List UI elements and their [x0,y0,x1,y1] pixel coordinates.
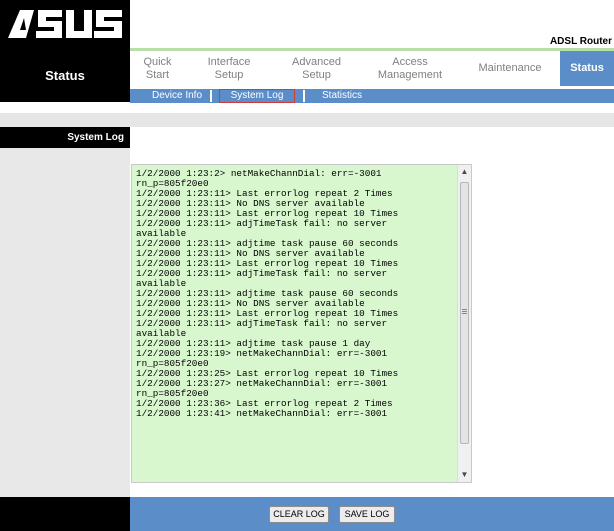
scroll-thumb[interactable] [460,182,469,444]
thumb-grip [462,309,467,310]
asus-logo-icon [8,10,122,38]
nav-tabs: Quick Start Interface Setup Advanced Set… [130,51,614,86]
tab-quick-start[interactable]: Quick Start [130,51,185,86]
scroll-down-icon[interactable]: ▼ [458,468,471,482]
system-log-label: System Log [0,127,130,148]
tab-status[interactable]: Status [560,51,614,86]
product-name: ADSL Router [549,36,612,47]
footer-left [0,497,130,531]
subtab-statistics[interactable]: Statistics [322,89,362,103]
footer-bar: CLEAR LOG SAVE LOG [130,497,614,531]
scroll-up-icon[interactable]: ▲ [458,165,471,179]
clear-log-button[interactable]: CLEAR LOG [269,506,329,523]
tab-advanced-setup[interactable]: Advanced Setup [273,51,360,86]
grey-divider [0,113,614,127]
save-log-button[interactable]: SAVE LOG [339,506,395,523]
header: ADSL Router [0,0,614,48]
system-log-textarea[interactable]: 1/2/2000 1:23:2> netMakeChannDial: err=-… [131,164,472,483]
subnav-divider [303,90,305,102]
subtab-system-log[interactable]: System Log [219,89,295,103]
sub-nav: Device Info System Log Statistics [130,89,614,103]
subtab-device-info[interactable]: Device Info [152,89,202,103]
spacer [0,103,614,113]
section-panel: Status [0,48,130,102]
tab-interface-setup[interactable]: Interface Setup [185,51,273,86]
tab-maintenance[interactable]: Maintenance [460,51,560,86]
asus-logo [0,0,130,48]
log-scrollbar[interactable]: ▲ ▼ [457,165,471,482]
system-log-content: 1/2/2000 1:23:2> netMakeChannDial: err=-… [136,169,458,481]
subnav-divider [210,90,212,102]
thumb-grip [462,313,467,314]
tab-access-management[interactable]: Access Management [360,51,460,86]
log-line: 1/2/2000 1:23:41> netMakeChannDial: err=… [136,408,388,419]
section-title: Status [45,68,85,83]
thumb-grip [462,311,467,312]
left-column [0,127,130,497]
